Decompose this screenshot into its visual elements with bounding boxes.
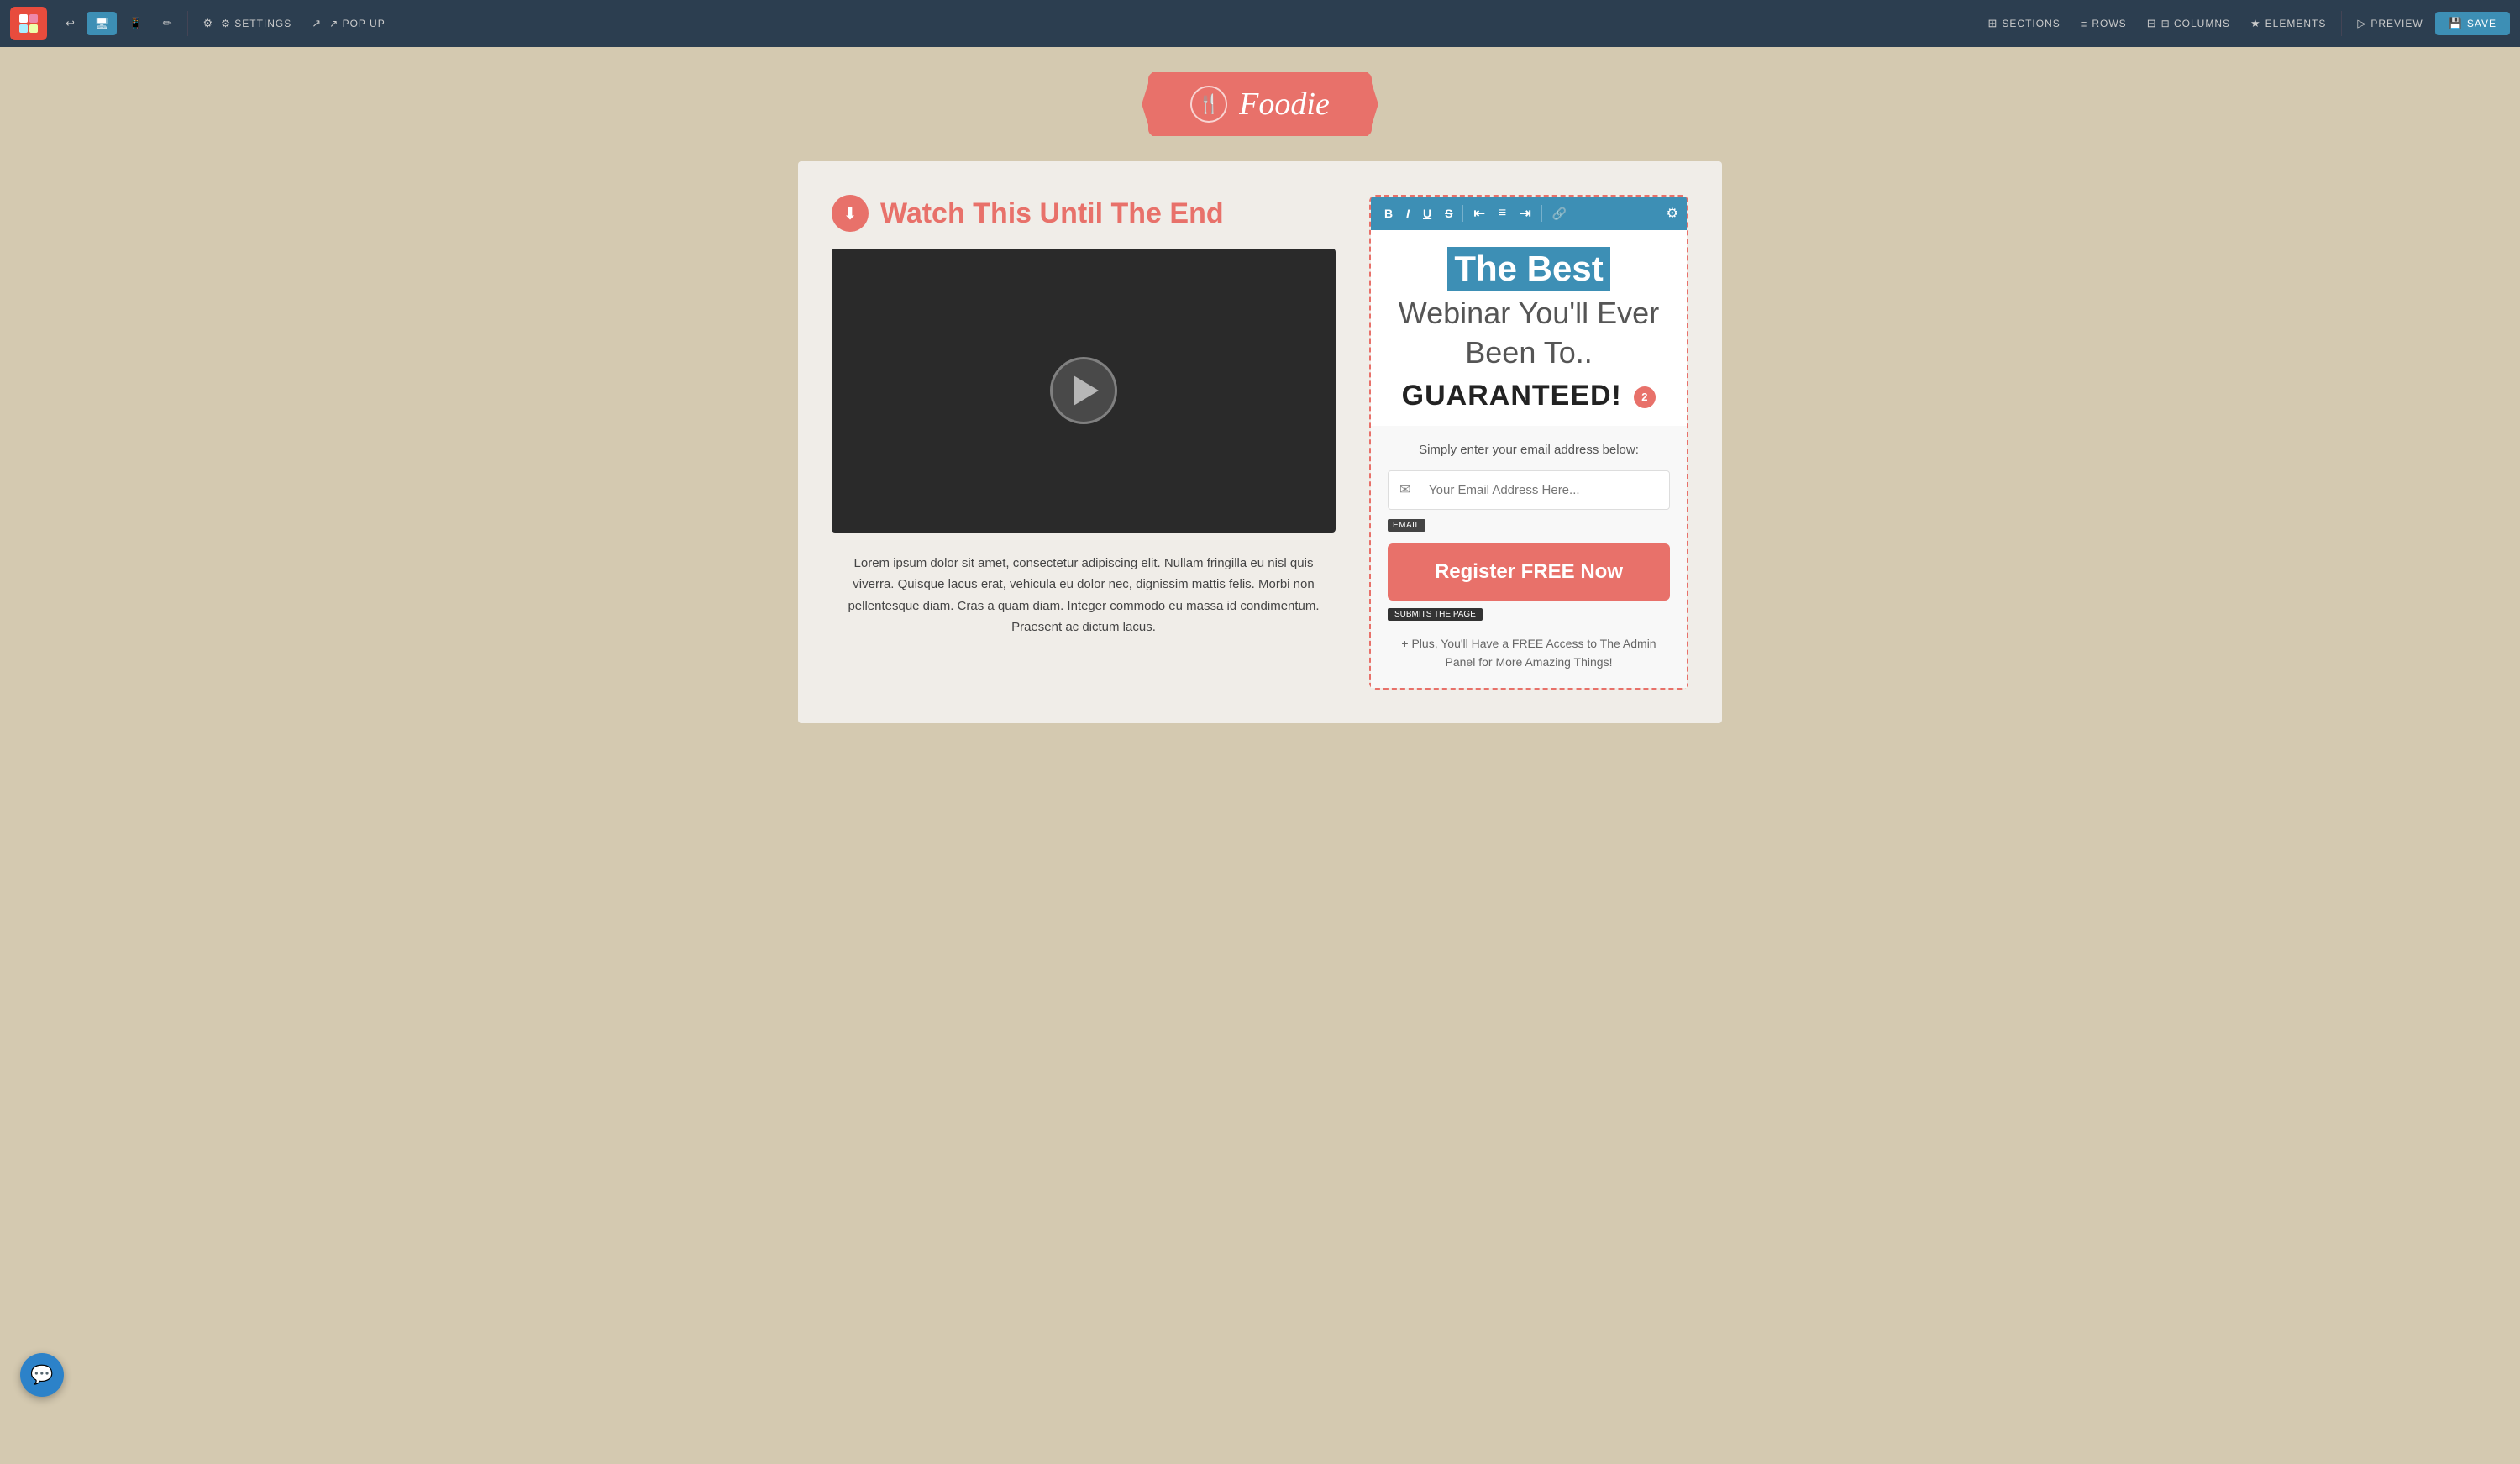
optin-box: B I U S ⇤ ≡ ⇥ 🔗 ⚙ The Best <box>1369 195 1688 690</box>
editor-sep-1 <box>1462 205 1463 222</box>
register-button[interactable]: Register FREE Now <box>1388 543 1670 601</box>
settings-button[interactable]: ⚙ ⚙ SETTINGS <box>195 12 301 35</box>
headline-best: The Best <box>1447 247 1609 291</box>
arrow-down-icon: ⬇ <box>843 203 858 224</box>
play-button[interactable] <box>1050 357 1117 424</box>
link-button[interactable]: 🔗 <box>1547 203 1572 224</box>
columns-button[interactable]: ⊟ ⊟ COLUMNS <box>2139 12 2239 35</box>
logo-banner: 🍴 Foodie <box>1148 72 1372 136</box>
editor-sep-2 <box>1541 205 1542 222</box>
separator-1 <box>187 11 188 36</box>
video-player[interactable] <box>832 249 1336 533</box>
toolbar: ↩ 🖥 📱 ✏ ⚙ ⚙ SETTINGS ↗ ↗ POP UP ⊞ SECTIO… <box>0 0 2520 47</box>
italic-button[interactable]: I <box>1401 203 1415 223</box>
page-content: 🍴 Foodie ⬇ Watch This Until The End Lore… <box>0 47 2520 1417</box>
headline-area: The Best Webinar You'll Ever Been To.. G… <box>1371 230 1687 426</box>
sections-icon: ⊞ <box>1988 17 1998 30</box>
underline-button[interactable]: U <box>1418 203 1436 223</box>
columns-icon: ⊟ <box>2147 17 2156 30</box>
sections-button[interactable]: ⊞ SECTIONS <box>1980 12 2069 35</box>
main-section: ⬇ Watch This Until The End Lorem ipsum d… <box>798 161 1722 723</box>
chat-icon: 💬 <box>30 1364 53 1386</box>
chat-bubble[interactable]: 💬 <box>20 1353 64 1397</box>
foodie-logo-icon: 🍴 <box>1190 86 1227 123</box>
logo-button[interactable] <box>10 7 47 40</box>
left-column: ⬇ Watch This Until The End Lorem ipsum d… <box>832 195 1336 638</box>
logo-banner-shape: 🍴 Foodie <box>1148 72 1372 136</box>
preview-icon: ▷ <box>2357 17 2365 30</box>
fork-knife-icon: 🍴 <box>1197 93 1220 115</box>
brush-icon: ✏ <box>163 17 172 30</box>
play-triangle-icon <box>1074 375 1099 406</box>
save-icon: 💾 <box>2449 17 2462 30</box>
align-center-button[interactable]: ≡ <box>1494 202 1511 224</box>
email-field-wrapper: ✉ <box>1388 470 1670 510</box>
watch-title-text: Watch This Until The End <box>880 197 1224 230</box>
form-subtext: Simply enter your email address below: <box>1388 443 1670 457</box>
email-input[interactable] <box>1388 470 1670 510</box>
text-editor-toolbar: B I U S ⇤ ≡ ⇥ 🔗 ⚙ <box>1371 197 1687 230</box>
undo-button[interactable]: ↩ <box>57 12 83 35</box>
settings-icon: ⚙ <box>203 17 213 30</box>
popup-button[interactable]: ↗ ↗ POP UP <box>303 12 393 35</box>
headline-sub: Webinar You'll Ever Been To.. <box>1384 294 1673 373</box>
align-left-button[interactable]: ⇤ <box>1468 202 1489 225</box>
preview-button[interactable]: ▷ PREVIEW <box>2349 12 2431 35</box>
desktop-icon: 🖥 <box>95 17 109 30</box>
align-right-button[interactable]: ⇥ <box>1515 202 1536 225</box>
logo-text: Foodie <box>1239 86 1330 123</box>
mobile-icon: 📱 <box>129 17 142 30</box>
toolbar-right: ⊞ SECTIONS ≡ ROWS ⊟ ⊟ COLUMNS ★ ELEMENTS… <box>1980 11 2511 36</box>
rows-button[interactable]: ≡ ROWS <box>2072 13 2135 35</box>
headline-guaranteed: GUARANTEED! 2 <box>1384 380 1673 412</box>
bold-button[interactable]: B <box>1379 203 1398 223</box>
elements-icon: ★ <box>2250 17 2260 30</box>
strikethrough-button[interactable]: S <box>1440 203 1457 223</box>
save-button[interactable]: 💾 SAVE <box>2435 12 2510 35</box>
form-section: Simply enter your email address below: ✉… <box>1371 426 1687 689</box>
desktop-view-button[interactable]: 🖥 <box>87 12 118 35</box>
submits-tag: SUBMITS THE PAGE <box>1388 608 1483 621</box>
separator-2 <box>2341 11 2342 36</box>
rows-icon: ≡ <box>2081 18 2087 30</box>
bonus-text: + Plus, You'll Have a FREE Access to The… <box>1388 634 1670 672</box>
right-column: B I U S ⇤ ≡ ⇥ 🔗 ⚙ The Best <box>1369 195 1688 690</box>
lorem-text: Lorem ipsum dolor sit amet, consectetur … <box>832 553 1336 638</box>
email-envelope-icon: ✉ <box>1399 481 1410 498</box>
elements-button[interactable]: ★ ELEMENTS <box>2242 12 2334 35</box>
mobile-view-button[interactable]: 📱 <box>120 12 150 35</box>
popup-icon: ↗ <box>312 17 321 30</box>
email-label-tag: EMAIL <box>1388 519 1425 532</box>
watch-icon: ⬇ <box>832 195 869 232</box>
brush-button[interactable]: ✏ <box>155 12 181 35</box>
gear-icon[interactable]: ⚙ <box>1667 205 1678 222</box>
watch-title-row: ⬇ Watch This Until The End <box>832 195 1336 232</box>
edit-badge: 2 <box>1634 386 1656 408</box>
